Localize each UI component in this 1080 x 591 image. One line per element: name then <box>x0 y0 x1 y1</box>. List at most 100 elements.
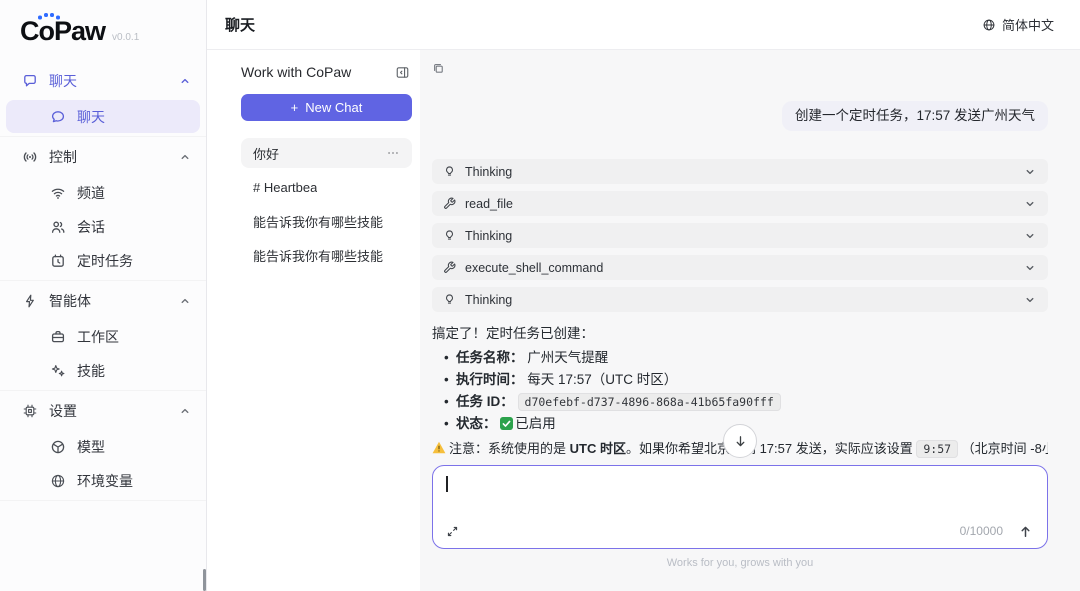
page-title: 聊天 <box>225 14 255 35</box>
sidebar-scrollbar-thumb[interactable] <box>203 569 206 591</box>
panel-collapse-icon[interactable] <box>395 65 410 80</box>
answer-bullet: 任务名称： 广州天气提醒 <box>444 347 1048 369</box>
briefcase-icon <box>50 329 66 345</box>
lightbulb-icon <box>443 165 456 178</box>
sidebar-item-workspace[interactable]: 工作区 <box>6 320 200 353</box>
composer-toolbar: 0/10000 <box>433 520 1047 548</box>
tool-call-step[interactable]: execute_shell_command <box>432 255 1048 280</box>
note-code: 9:57 <box>916 440 958 458</box>
logo: CoPaw v0.0.1 <box>0 0 206 57</box>
chat-item-label: # Heartbea <box>253 180 317 195</box>
nav-group-control: 控制 频道 会话 定时任务 <box>0 137 206 281</box>
composer: 0/10000 <box>432 465 1048 549</box>
chat-main: 创建一个定时任务，17:57 发送广州天气 Thinking read_file… <box>420 50 1080 591</box>
chat-list: 你好 # Heartbea 能告诉我你有哪些技能能告诉我你有哪些技能 <box>241 138 412 270</box>
paw-print-icon <box>38 13 60 17</box>
bullet-label: 任务 ID： <box>456 394 514 409</box>
sidebar-section-agents[interactable]: 智能体 <box>0 283 206 319</box>
sidebar-item-sessions[interactable]: 会话 <box>6 210 200 243</box>
language-label: 简体中文 <box>1002 15 1054 34</box>
sidebar-section-label: 设置 <box>49 401 77 421</box>
sidebar-item-label: 技能 <box>77 361 105 381</box>
sidebar-section-control[interactable]: 控制 <box>0 139 206 175</box>
model-icon <box>50 439 66 455</box>
chat-bubble-icon <box>50 109 66 125</box>
chevron-down-icon <box>1023 261 1037 275</box>
sidebar-item-chat[interactable]: 聊天 <box>6 100 200 133</box>
sidebar-item-label: 环境变量 <box>77 471 133 491</box>
app-version: v0.0.1 <box>112 32 139 43</box>
step-label: Thinking <box>465 165 512 179</box>
check-badge-icon <box>500 417 513 430</box>
sidebar-item-env-vars[interactable]: 环境变量 <box>6 464 200 497</box>
new-chat-button[interactable]: + New Chat <box>241 94 412 121</box>
chat-list-item[interactable]: # Heartbea <box>241 172 412 202</box>
cpu-icon <box>22 403 38 419</box>
sidebar-item-models[interactable]: 模型 <box>6 430 200 463</box>
sidebar-item-skills[interactable]: 技能 <box>6 354 200 387</box>
sidebar: CoPaw v0.0.1 聊天 聊天 控制 频道 会话 定时任务 智能体 <box>0 0 207 591</box>
chevron-down-icon <box>1023 165 1037 179</box>
chevron-down-icon <box>1023 293 1037 307</box>
thinking-step[interactable]: Thinking <box>432 287 1048 312</box>
schedule-icon <box>50 253 66 269</box>
bullet-label: 任务名称： <box>456 350 524 365</box>
answer-bullets: 任务名称： 广州天气提醒执行时间： 每天 17:57（UTC 时区）任务 ID：… <box>432 347 1048 435</box>
bullet-value: 每天 17:57（UTC 时区） <box>527 372 677 387</box>
chevron-up-icon <box>178 74 192 88</box>
chat-item-label: 能告诉我你有哪些技能 <box>253 246 383 265</box>
thinking-step[interactable]: Thinking <box>432 223 1048 248</box>
warning-icon <box>432 441 446 454</box>
plus-icon: + <box>291 100 299 115</box>
step-label: Thinking <box>465 229 512 243</box>
scroll-to-bottom-button[interactable] <box>723 424 757 458</box>
sidebar-section-label: 智能体 <box>49 291 91 311</box>
note-text: （北京时间 -8小时）。 <box>958 441 1048 456</box>
chat-list-item[interactable]: 你好 <box>241 138 412 168</box>
sidebar-item-label: 模型 <box>77 437 105 457</box>
note-bold: UTC 时区 <box>570 441 626 456</box>
header: 聊天 简体中文 <box>207 0 1080 50</box>
expand-icon[interactable] <box>446 525 459 538</box>
users-icon <box>50 219 66 235</box>
language-selector[interactable]: 简体中文 <box>982 15 1054 34</box>
chat-list-item[interactable]: 能告诉我你有哪些技能 <box>241 240 412 270</box>
user-message-row: 创建一个定时任务，17:57 发送广州天气 <box>432 101 1048 131</box>
nav-group-settings: 设置 模型 环境变量 <box>0 391 206 501</box>
send-button[interactable] <box>1018 524 1033 539</box>
tool-call-step[interactable]: read_file <box>432 191 1048 216</box>
chevron-up-icon <box>178 294 192 308</box>
note-text: 。如果你希望北京时间 17:57 发送，实际应该设置 <box>626 441 916 456</box>
zap-icon <box>22 293 38 309</box>
chat-item-label: 能告诉我你有哪些技能 <box>253 212 383 231</box>
chat-item-label: 你好 <box>253 144 279 163</box>
sidebar-item-scheduled-tasks[interactable]: 定时任务 <box>6 244 200 277</box>
ellipsis-icon[interactable] <box>386 146 400 160</box>
message-input[interactable] <box>433 466 1047 520</box>
sidebar-section-chat[interactable]: 聊天 <box>0 63 206 99</box>
chat-square-icon <box>22 73 38 89</box>
step-label: read_file <box>465 197 513 211</box>
sidebar-section-label: 聊天 <box>49 71 77 91</box>
sparkles-icon <box>50 363 66 379</box>
sidebar-section-settings[interactable]: 设置 <box>0 393 206 429</box>
sidebar-item-label: 工作区 <box>77 327 119 347</box>
app-root: CoPaw v0.0.1 聊天 聊天 控制 频道 会话 定时任务 智能体 <box>0 0 1080 591</box>
thinking-step[interactable]: Thinking <box>432 159 1048 184</box>
sidebar-item-channels[interactable]: 频道 <box>6 176 200 209</box>
note-text: 注意：系统使用的是 <box>449 441 570 456</box>
sidebar-nav: 聊天 聊天 控制 频道 会话 定时任务 智能体 工作区 技能 <box>0 57 206 501</box>
chevron-up-icon <box>178 404 192 418</box>
bullet-label: 状态： <box>456 416 497 431</box>
globe-icon <box>50 473 66 489</box>
wifi-icon <box>50 185 66 201</box>
char-counter: 0/10000 <box>960 524 1003 538</box>
nav-group-agents: 智能体 工作区 技能 <box>0 281 206 391</box>
chat-list-panel: Work with CoPaw + New Chat 你好 # Heartbea 能… <box>207 50 420 570</box>
broadcast-icon <box>22 149 38 165</box>
sidebar-item-label: 聊天 <box>77 107 105 127</box>
chat-list-item[interactable]: 能告诉我你有哪些技能 <box>241 206 412 236</box>
steps-list: Thinking read_file Thinking execute_shel… <box>432 159 1048 312</box>
panel-header: Work with CoPaw <box>241 64 412 80</box>
copy-icon[interactable] <box>432 62 445 75</box>
